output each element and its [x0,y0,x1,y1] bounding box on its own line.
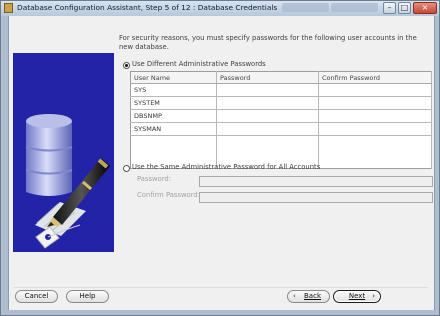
user-name-cell: SYSTEM [130,96,217,110]
close-button[interactable]: × [413,2,437,14]
user-name-cell: DBSNMP [130,109,217,123]
different-passwords-label: Use Different Administrative Passwords [132,60,266,68]
window-title: Database Configuration Assistant, Step 5… [17,3,278,12]
title-bar[interactable]: Database Configuration Assistant, Step 5… [1,1,439,16]
wizard-panel: For security reasons, you must specify p… [8,16,435,310]
table-row: SYS [130,83,432,97]
table-row: SYSMAN [130,122,432,136]
table-row: DBSNMP [130,109,432,123]
different-passwords-radio[interactable] [123,62,130,69]
back-button[interactable]: ‹ Back [287,290,330,303]
next-button[interactable]: Next › [333,290,381,303]
application-icon [4,3,13,13]
password-cell[interactable] [216,83,319,97]
instruction-text: For security reasons, you must specify p… [119,34,417,51]
shared-confirm-password-label: Confirm Password: [137,191,200,199]
password-cell[interactable] [216,122,319,136]
blurred-title-area [282,3,329,12]
help-button[interactable]: Help [66,290,109,303]
password-header: Password [216,71,319,84]
table-row: SYSTEM [130,96,432,110]
user-password-table: User Name Password Confirm Password SYS … [130,71,432,169]
user-name-cell: SYS [130,83,217,97]
shared-password-label: Password: [137,175,172,183]
database-illustration-icon [13,53,114,252]
confirm-password-cell[interactable] [318,122,432,136]
confirm-password-cell[interactable] [318,96,432,110]
shared-confirm-password-input[interactable] [199,192,433,203]
same-password-label: Use the Same Administrative Password for… [132,163,321,171]
blurred-title-area [331,3,378,12]
application-window: Database Configuration Assistant, Step 5… [0,0,440,316]
minimize-button[interactable]: – [383,2,396,14]
maximize-button[interactable]: □ [398,2,411,14]
confirm-password-header: Confirm Password [318,71,432,84]
database-pen-key-illustration [13,53,114,252]
shared-password-input[interactable] [199,176,433,187]
next-arrow-icon: › [372,292,375,300]
footer-separator [14,287,428,288]
back-arrow-icon: ‹ [293,292,296,300]
password-cell[interactable] [216,109,319,123]
user-name-cell: SYSMAN [130,122,217,136]
user-name-header: User Name [130,71,217,84]
same-password-radio[interactable] [123,165,130,172]
password-cell[interactable] [216,96,319,110]
cancel-button[interactable]: Cancel [15,290,58,303]
confirm-password-cell[interactable] [318,83,432,97]
confirm-password-cell[interactable] [318,109,432,123]
